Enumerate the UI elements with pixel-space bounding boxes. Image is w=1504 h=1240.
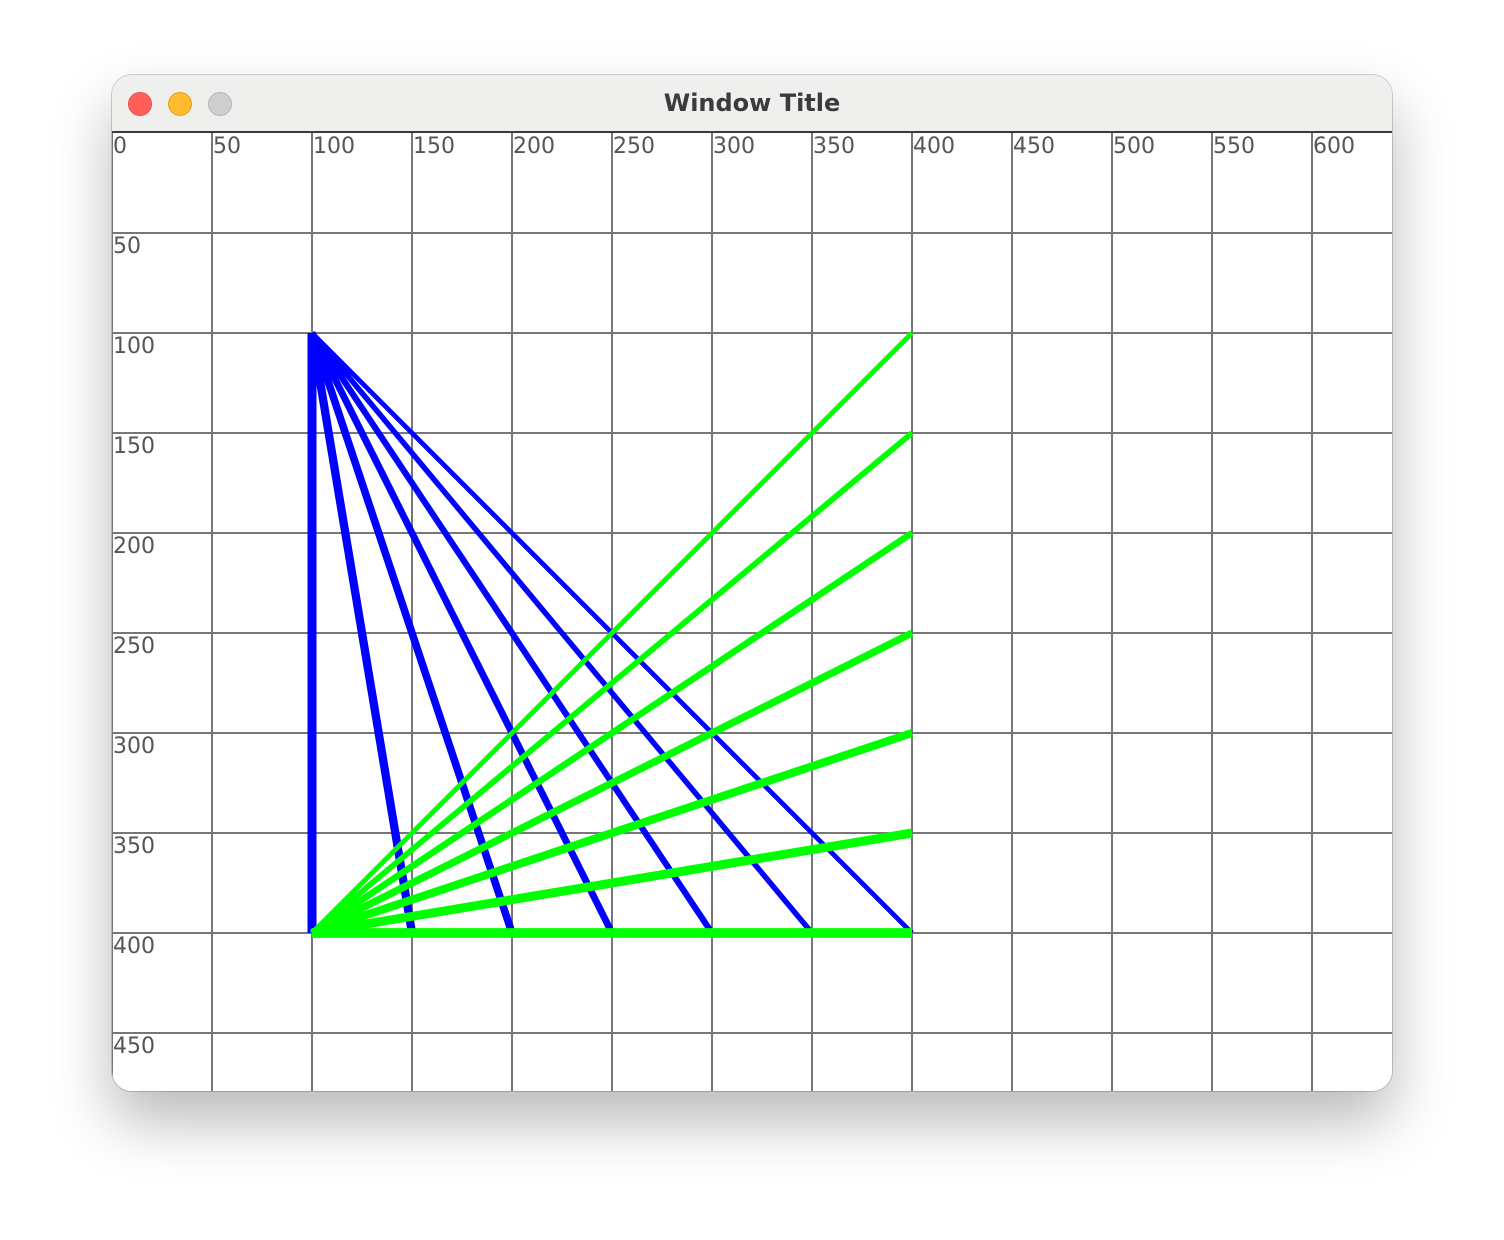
x-tick-label: 550 [1213,134,1255,159]
x-tick-label: 0 [113,134,127,159]
x-tick-label: 300 [713,134,755,159]
x-tick-label: 150 [413,134,455,159]
x-tick-label: 500 [1113,134,1155,159]
x-tick-label: 600 [1313,134,1355,159]
title-bar[interactable]: Window Title [112,75,1392,133]
y-tick-label: 200 [113,534,155,559]
y-tick-label: 450 [113,1034,155,1059]
x-tick-label: 250 [613,134,655,159]
x-tick-label: 400 [913,134,955,159]
drawing-canvas: 0 50 100 150 200 250 300 350 400 450 500 550 600 50 10… [112,133,1392,1091]
x-tick-label: 100 [313,134,355,159]
y-tick-label: 100 [113,334,155,359]
y-tick-label: 300 [113,734,155,759]
x-tick-label: 200 [513,134,555,159]
x-tick-label: 350 [813,134,855,159]
y-tick-label: 50 [113,234,141,259]
line-plot: 0 50 100 150 200 250 300 350 400 450 500 550 600 50 10… [112,133,1392,1091]
x-tick-label: 450 [1013,134,1055,159]
y-tick-label: 150 [113,434,155,459]
y-tick-label: 250 [113,634,155,659]
y-tick-label: 400 [113,934,155,959]
x-tick-label: 50 [213,134,241,159]
y-tick-label: 350 [113,834,155,859]
app-window: Window Title 0 50 100 150 200 250 300 350 400 450… [112,75,1392,1091]
window-title: Window Title [663,89,841,117]
